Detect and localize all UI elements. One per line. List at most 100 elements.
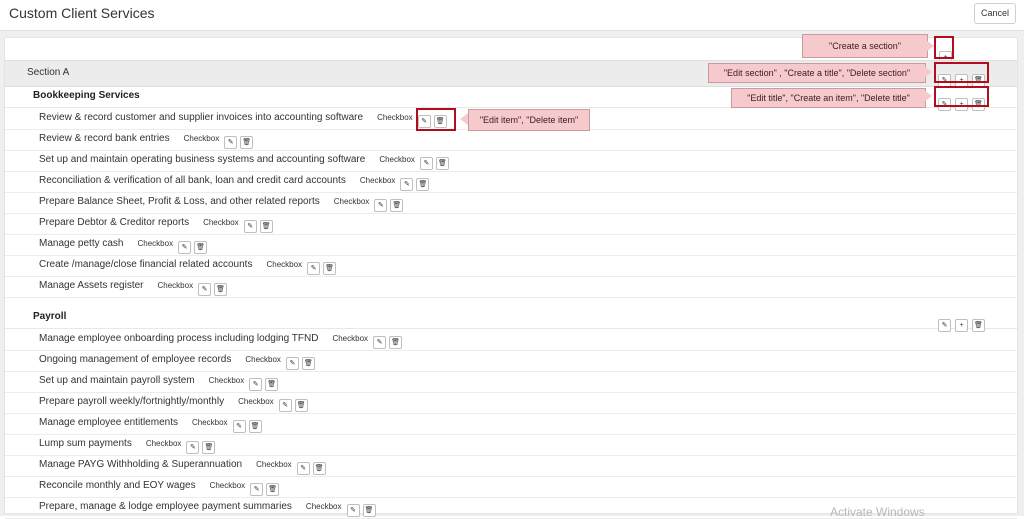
- item-type: Checkbox: [183, 134, 220, 143]
- item-action-buttons: ✎ 🗑: [373, 333, 405, 349]
- item-row-content: Create /manage/close financial related a…: [39, 259, 339, 275]
- item-type: Checkbox: [238, 397, 274, 406]
- tooltip-title-actions: "Edit title", "Create an item", "Delete …: [731, 88, 926, 108]
- delete-item-button[interactable]: 🗑: [265, 378, 279, 391]
- item-label: Set up and maintain operating business s…: [39, 154, 366, 165]
- item-type: Checkbox: [157, 281, 194, 290]
- delete-item-button[interactable]: 🗑: [435, 157, 449, 170]
- edit-item-button[interactable]: ✎: [243, 220, 257, 233]
- list-item: Manage PAYG Withholding & Superannuation…: [5, 455, 1017, 477]
- highlight-section-actions: [934, 62, 989, 83]
- item-row-content: Manage employee onboarding process inclu…: [39, 333, 405, 349]
- edit-item-button[interactable]: ✎: [178, 241, 192, 254]
- page-title: Custom Client Services: [9, 5, 155, 21]
- item-label: Prepare payroll weekly/fortnightly/month…: [39, 396, 225, 407]
- item-action-buttons: ✎ 🗑: [307, 259, 339, 275]
- item-label: Reconcile monthly and EOY wages: [39, 480, 196, 491]
- pencil-icon: ✎: [350, 507, 356, 514]
- delete-item-button[interactable]: 🗑: [323, 262, 337, 275]
- pencil-icon: ✎: [376, 339, 383, 346]
- tooltip-item-actions: "Edit item", "Delete item": [468, 109, 590, 131]
- tooltip-item-actions-text: "Edit item", "Delete item": [479, 115, 579, 125]
- edit-item-button[interactable]: ✎: [374, 199, 388, 212]
- trash-icon: 🗑: [216, 286, 226, 293]
- item-label: Review & record bank entries: [39, 133, 170, 144]
- tooltip-arrow: [924, 66, 932, 78]
- edit-item-button[interactable]: ✎: [419, 157, 433, 170]
- item-type: Checkbox: [203, 218, 239, 227]
- list-item: Lump sum payments Checkbox ✎ 🗑: [5, 434, 1017, 456]
- pencil-icon: ✎: [423, 160, 430, 167]
- delete-item-button[interactable]: 🗑: [312, 462, 326, 475]
- list-item: Manage petty cash Checkbox ✎ 🗑: [5, 234, 1017, 256]
- pencil-icon: ✎: [247, 223, 254, 230]
- trash-icon: 🗑: [242, 139, 252, 146]
- delete-item-button[interactable]: 🗑: [301, 357, 315, 370]
- delete-item-button[interactable]: 🗑: [214, 283, 228, 296]
- delete-item-button[interactable]: 🗑: [259, 220, 273, 233]
- delete-item-button[interactable]: 🗑: [390, 199, 404, 212]
- item-row-content: Prepare, manage & lodge employee payment…: [39, 501, 379, 517]
- edit-item-button[interactable]: ✎: [346, 504, 360, 517]
- edit-item-button[interactable]: ✎: [285, 357, 299, 370]
- item-row-content: Set up and maintain operating business s…: [39, 154, 452, 170]
- edit-item-button[interactable]: ✎: [249, 378, 263, 391]
- tooltip-section-actions: "Edit section" , "Create a title", "Dele…: [708, 63, 926, 83]
- section-label: Section A: [27, 67, 70, 78]
- edit-item-button[interactable]: ✎: [186, 441, 200, 454]
- edit-item-button[interactable]: ✎: [278, 399, 292, 412]
- trash-icon: 🗑: [261, 223, 271, 230]
- pencil-icon: ✎: [310, 265, 317, 272]
- item-type: Checkbox: [359, 176, 396, 185]
- edit-item-button[interactable]: ✎: [224, 136, 238, 149]
- edit-item-button[interactable]: ✎: [232, 420, 246, 433]
- item-row-content: Review & record bank entries Checkbox ✎ 🗑: [39, 133, 256, 149]
- trash-icon: 🗑: [437, 160, 447, 167]
- item-type: Checkbox: [137, 239, 174, 248]
- item-action-buttons: ✎ 🗑: [243, 217, 276, 233]
- item-action-buttons: ✎ 🗑: [198, 280, 230, 296]
- edit-item-button[interactable]: ✎: [373, 336, 387, 349]
- edit-item-button[interactable]: ✎: [307, 262, 321, 275]
- edit-item-button[interactable]: ✎: [296, 462, 310, 475]
- item-label: Manage petty cash: [39, 238, 124, 249]
- pencil-icon: ✎: [189, 444, 196, 451]
- trash-icon: 🗑: [392, 202, 402, 209]
- item-action-buttons: ✎ 🗑: [346, 501, 379, 517]
- list-item: Prepare payroll weekly/fortnightly/month…: [5, 392, 1017, 414]
- delete-item-button[interactable]: 🗑: [194, 241, 208, 254]
- delete-item-button[interactable]: 🗑: [248, 420, 262, 433]
- delete-item-button[interactable]: 🗑: [389, 336, 403, 349]
- delete-item-button[interactable]: 🗑: [240, 136, 254, 149]
- tooltip-arrow: [460, 113, 468, 125]
- highlight-create-section: [934, 36, 954, 59]
- trash-icon: 🗑: [364, 507, 374, 514]
- trash-icon: 🗑: [325, 265, 334, 272]
- list-item: Review & record bank entries Checkbox ✎ 🗑: [5, 129, 1017, 151]
- item-row-content: Review & record customer and supplier in…: [39, 112, 450, 128]
- edit-item-button[interactable]: ✎: [250, 483, 264, 496]
- edit-item-button[interactable]: ✎: [400, 178, 414, 191]
- pencil-icon: ✎: [181, 244, 188, 251]
- list-item: Set up and maintain operating business s…: [5, 150, 1017, 172]
- windows-activation-watermark: Activate Windows: [830, 505, 925, 519]
- edit-item-button[interactable]: ✎: [198, 283, 212, 296]
- trash-icon: 🗑: [418, 181, 428, 188]
- list-item: Ongoing management of employee records Ch…: [5, 350, 1017, 372]
- title-label: Bookkeeping Services: [33, 90, 140, 101]
- item-action-buttons: ✎ 🗑: [250, 480, 282, 496]
- title-row: Payroll ✎ + 🗑: [5, 306, 1017, 332]
- delete-item-button[interactable]: 🗑: [294, 399, 308, 412]
- pencil-icon: ✎: [282, 402, 289, 409]
- item-row-content: Manage employee entitlements Checkbox ✎ 🗑: [39, 417, 265, 433]
- cancel-button[interactable]: Cancel: [973, 3, 1016, 24]
- list-item: Prepare Debtor & Creditor reports Checkbo…: [5, 213, 1017, 235]
- delete-item-button[interactable]: 🗑: [416, 178, 430, 191]
- item-label: Manage employee entitlements: [39, 417, 178, 428]
- item-row-content: Lump sum payments Checkbox ✎ 🗑: [39, 438, 218, 454]
- item-type: Checkbox: [377, 113, 413, 122]
- item-action-buttons: ✎ 🗑: [278, 396, 311, 412]
- delete-item-button[interactable]: 🗑: [202, 441, 216, 454]
- delete-item-button[interactable]: 🗑: [266, 483, 280, 496]
- delete-item-button[interactable]: 🗑: [362, 504, 376, 517]
